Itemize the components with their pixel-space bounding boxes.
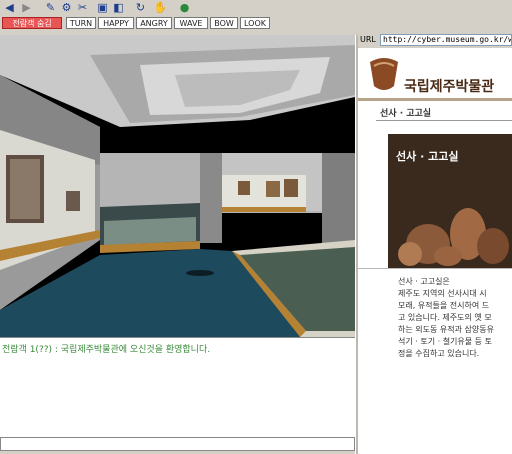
museum-title: 국립제주박물관 [404, 79, 495, 95]
section-heading: 선사 · 고고실 [380, 109, 432, 119]
header-bar [358, 98, 512, 101]
chat-message: 전람객 1(??) : 국립제주박물관에 오신것을 환영합니다. [2, 345, 211, 355]
happy-button[interactable]: HAPPY [98, 17, 134, 29]
description-line: 모래, 유적들을 전시하여 드 [398, 301, 490, 310]
description-line: 석기 · 토기 · 철기유물 등 토 [398, 337, 492, 346]
view-icon[interactable]: ◧ [112, 1, 125, 14]
museum-header: 국립제주박물관 [358, 48, 512, 98]
url-bar: URL http://cyber.museum.go.kr/web/je [358, 33, 512, 47]
exhibit-description: 선사 · 고고실은 제주도 지역의 선사시대 시 모래, 유적들을 전시하여 드… [398, 276, 512, 360]
exhibit-photo: 선사 · 고고실 [388, 134, 512, 268]
photo-divider [358, 268, 512, 269]
museum-scene [0, 35, 355, 337]
url-input[interactable]: http://cyber.museum.go.kr/web/je [380, 34, 512, 46]
3d-museum-viewport[interactable] [0, 35, 355, 337]
look-button[interactable]: LOOK [240, 17, 270, 29]
back-arrow-icon[interactable]: ◀ [3, 1, 16, 14]
web-pane[interactable]: 국립제주박물관 선사 · 고고실 선사 · 고고실 선사 · 고고실은 제주도 … [358, 48, 512, 454]
description-line: 하는 외도동 유적과 삼양동유 [398, 325, 494, 334]
photo-caption: 선사 · 고고실 [396, 150, 459, 163]
wave-button[interactable]: WAVE [174, 17, 208, 29]
bow-button[interactable]: BOW [210, 17, 238, 29]
description-line: 고 있습니다. 제주도의 옛 모 [398, 313, 492, 322]
museum-logo-icon [370, 58, 398, 90]
camera-icon[interactable]: ▣ [96, 1, 109, 14]
description-line: 정을 수집하고 있습니다. [398, 349, 480, 358]
toolbar: ◀ ▶ ✎ ⚙ ✂ ▣ ◧ ↻ ✋ ● [0, 0, 512, 16]
description-line: 선사 · 고고실은 [398, 277, 450, 286]
chat-log: 전람객 1(??) : 국립제주박물관에 오신것을 환영합니다. [0, 337, 355, 438]
hand-icon[interactable]: ✋ [154, 1, 168, 14]
hide-visitors-button[interactable]: 전람객 숨김 [2, 17, 62, 29]
forward-arrow-icon[interactable]: ▶ [20, 1, 33, 14]
turn-button[interactable]: TURN [66, 17, 96, 29]
globe-icon[interactable]: ● [178, 1, 191, 14]
url-label: URL [360, 35, 376, 44]
tool-icon[interactable]: ✎ [44, 1, 57, 14]
tool-icon[interactable]: ✂ [76, 1, 89, 14]
angry-button[interactable]: ANGRY [136, 17, 172, 29]
chat-input[interactable] [0, 437, 355, 451]
description-line: 제주도 지역의 선사시대 시 [398, 289, 487, 298]
tool-icon[interactable]: ⚙ [60, 1, 73, 14]
rotate-icon[interactable]: ↻ [134, 1, 147, 14]
emote-button-row: 전람객 숨김 TURN HAPPY ANGRY WAVE BOW LOOK [0, 16, 512, 32]
section-divider [376, 120, 512, 121]
